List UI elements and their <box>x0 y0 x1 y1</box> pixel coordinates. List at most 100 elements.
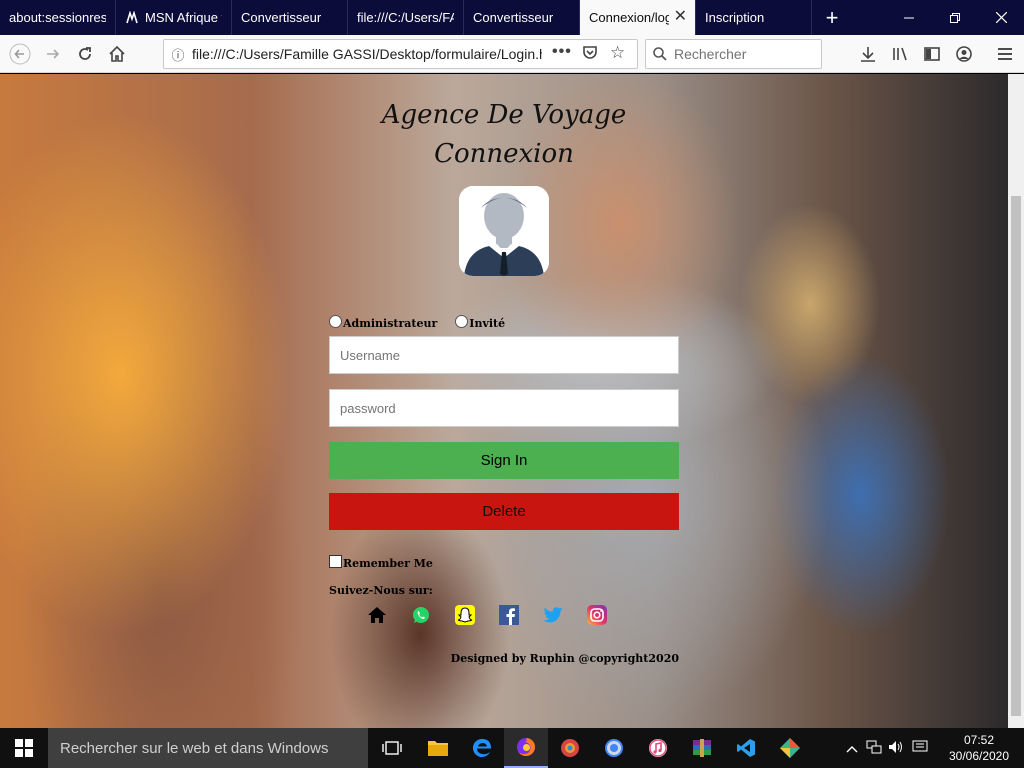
tab-label: file:///C:/Users/FA <box>357 10 454 25</box>
url-bar[interactable]: ⓘ file:///C:/Users/Famille GASSI/Desktop… <box>163 39 638 69</box>
minimize-button[interactable] <box>886 0 932 35</box>
taskbar-search-placeholder: Rechercher sur le web et dans Windows <box>60 739 329 757</box>
back-button[interactable] <box>8 42 32 66</box>
chrome-icon <box>605 739 623 757</box>
facebook-icon[interactable] <box>498 604 520 626</box>
close-icon <box>995 12 1007 23</box>
url-text[interactable]: file:///C:/Users/Famille GASSI/Desktop/f… <box>192 46 542 62</box>
task-view-button[interactable] <box>370 728 414 768</box>
twitter-icon[interactable] <box>542 604 564 626</box>
restore-icon <box>950 12 960 23</box>
instagram-icon[interactable] <box>586 604 608 626</box>
close-window-button[interactable] <box>978 0 1024 35</box>
page-subtitle: Connexion <box>434 139 574 169</box>
follow-us-label: Suivez-Nous sur: <box>329 584 433 597</box>
username-input[interactable]: Username <box>329 336 679 374</box>
tab-label: MSN Afrique francophone <box>145 10 222 25</box>
chevron-up-icon[interactable] <box>846 740 858 756</box>
tab-session-restore[interactable]: about:sessionrestore <box>0 0 116 35</box>
pocket-icon[interactable] <box>582 45 598 66</box>
avatar <box>459 186 549 276</box>
info-icon[interactable]: ⓘ <box>164 45 192 64</box>
start-button[interactable] <box>0 728 48 768</box>
guest-radio[interactable] <box>455 314 469 328</box>
tab-inscription[interactable]: Inscription <box>696 0 812 35</box>
gitkraken-button[interactable] <box>768 728 812 768</box>
footer-credit: Designed by Ruphin @copyright2020 <box>450 652 679 665</box>
page-actions-icon[interactable]: ••• <box>552 43 572 61</box>
home-icon[interactable] <box>366 604 388 626</box>
new-tab-button[interactable]: + <box>812 0 852 35</box>
admin-radio[interactable] <box>329 314 342 328</box>
volume-icon[interactable] <box>888 740 904 757</box>
chrome-button[interactable] <box>592 728 636 768</box>
minimize-icon <box>904 17 914 18</box>
firefox-alt-icon <box>561 739 579 757</box>
tab-label: Convertisseur <box>241 10 322 25</box>
tab-file[interactable]: file:///C:/Users/FA <box>348 0 464 35</box>
downloads-button[interactable] <box>856 42 880 66</box>
password-input[interactable]: password <box>329 389 679 427</box>
reload-button[interactable] <box>73 42 97 66</box>
tab-label: Convertisseur <box>473 10 554 25</box>
menu-button[interactable] <box>993 42 1017 66</box>
window-controls <box>886 0 1024 35</box>
sign-in-label: Sign In <box>480 452 528 469</box>
snapchat-icon[interactable] <box>454 604 476 626</box>
vscode-button[interactable] <box>724 728 768 768</box>
username-placeholder: Username <box>340 347 400 363</box>
search-placeholder: Rechercher <box>674 46 747 62</box>
remember-me-checkbox[interactable] <box>329 554 342 568</box>
social-links <box>366 604 630 626</box>
system-clock[interactable]: 07:52 30/06/2020 <box>944 732 1014 764</box>
tab-convertisseur-1[interactable]: Convertisseur <box>232 0 348 35</box>
network-icon[interactable] <box>866 740 882 757</box>
notifications-icon[interactable] <box>912 740 928 757</box>
sidebar-icon <box>924 47 940 61</box>
archive-icon <box>693 739 711 757</box>
account-button[interactable] <box>952 42 976 66</box>
vertical-scrollbar[interactable] <box>1008 74 1024 728</box>
forward-arrow-icon <box>47 49 60 59</box>
tab-msn[interactable]: MSN Afrique francophone <box>116 0 232 35</box>
firefox-dev-button[interactable] <box>548 728 592 768</box>
file-explorer-button[interactable] <box>416 728 460 768</box>
hamburger-menu-icon <box>998 48 1012 60</box>
download-icon <box>861 47 875 62</box>
system-tray <box>846 728 928 768</box>
tab-convertisseur-2[interactable]: Convertisseur <box>464 0 580 35</box>
login-page: Agence De Voyage Connexion Administrateu… <box>0 74 1008 728</box>
tab-connexion[interactable]: Connexion/login ✕ <box>580 0 696 35</box>
firefox-icon <box>517 738 535 756</box>
page-title: Agence De Voyage <box>381 100 627 130</box>
home-button[interactable] <box>105 42 129 66</box>
role-selector: Administrateur Invité <box>329 312 505 330</box>
vscode-icon <box>737 739 755 757</box>
guest-radio-label: Invité <box>469 317 506 330</box>
library-button[interactable] <box>888 42 912 66</box>
search-bar[interactable]: Rechercher <box>645 39 822 69</box>
itunes-button[interactable] <box>636 728 680 768</box>
sign-in-button[interactable]: Sign In <box>329 442 679 479</box>
close-tab-icon[interactable]: ✕ <box>674 9 687 25</box>
navigation-bar: ⓘ file:///C:/Users/Famille GASSI/Desktop… <box>0 35 1024 73</box>
firefox-button[interactable] <box>504 728 548 768</box>
whatsapp-icon[interactable] <box>410 604 432 626</box>
bookmark-star-icon[interactable]: ☆ <box>610 43 625 63</box>
taskbar: Rechercher sur le web et dans Windows 07… <box>0 728 1024 768</box>
edge-button[interactable] <box>460 728 504 768</box>
music-icon <box>649 739 667 757</box>
scrollbar-thumb[interactable] <box>1011 196 1021 716</box>
restore-button[interactable] <box>932 0 978 35</box>
delete-button[interactable]: Delete <box>329 493 679 530</box>
search-icon <box>646 46 674 62</box>
git-icon <box>780 738 800 758</box>
library-icon <box>893 47 907 61</box>
forward-button[interactable] <box>41 42 65 66</box>
msn-icon <box>125 10 139 25</box>
windows-logo-icon <box>15 739 33 757</box>
winrar-button[interactable] <box>680 728 724 768</box>
taskbar-search-input[interactable]: Rechercher sur le web et dans Windows <box>48 728 368 768</box>
sidebar-button[interactable] <box>920 42 944 66</box>
account-icon <box>956 46 972 62</box>
